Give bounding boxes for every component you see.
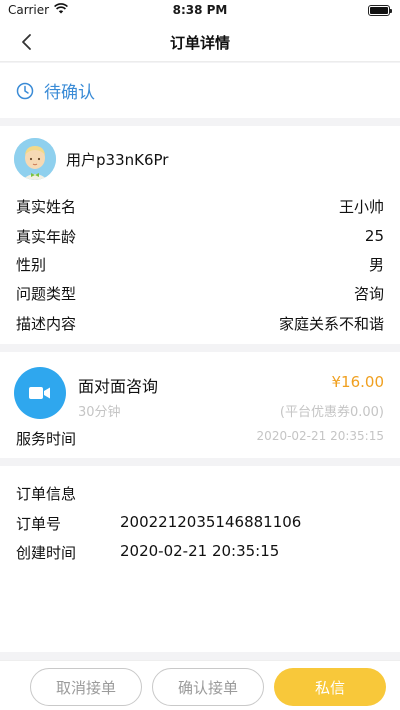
order-row-number: 订单号 2002212035146881106 xyxy=(16,513,301,534)
service-name: 面对面咨询 xyxy=(78,377,159,396)
info-value: 家庭关系不和谐 xyxy=(278,314,384,333)
order-info-title: 订单信息 xyxy=(16,485,77,503)
clock-icon xyxy=(16,82,34,99)
info-row-description: 描述内容 家庭关系不和谐 xyxy=(16,311,384,335)
video-camera-icon xyxy=(29,387,50,399)
info-value: 咨询 xyxy=(353,284,384,303)
nav-bar: 订单详情 xyxy=(0,22,400,62)
service-duration: 30分钟 xyxy=(78,405,121,420)
order-info-card: 订单信息 订单号 2002212035146881106 创建时间 2020-0… xyxy=(0,466,400,652)
order-state-label: 待确认 xyxy=(44,83,95,103)
private-message-button[interactable]: 私信 xyxy=(274,668,386,706)
service-coupon: (平台优惠券0.00) xyxy=(279,405,384,420)
status-bar: Carrier 8:38 PM xyxy=(0,0,400,22)
service-time-label: 服务时间 xyxy=(16,430,77,448)
bottom-action-bar: 取消接单 确认接单 私信 xyxy=(0,660,400,710)
confirm-order-button[interactable]: 确认接单 xyxy=(152,668,264,706)
service-card: 面对面咨询 ¥16.00 30分钟 (平台优惠券0.00) 服务时间 2020-… xyxy=(0,352,400,458)
service-price: ¥16.00 xyxy=(331,373,385,391)
order-value: 2020-02-21 20:35:15 xyxy=(120,542,280,560)
info-value: 男 xyxy=(368,255,384,274)
info-row-question-type: 问题类型 咨询 xyxy=(16,281,384,305)
username: 用户p33nK6Pr xyxy=(66,150,169,169)
status-time: 8:38 PM xyxy=(172,3,228,17)
user-header: 用户p33nK6Pr xyxy=(14,138,168,180)
avatar[interactable] xyxy=(14,138,56,180)
info-row-gender: 性别 男 xyxy=(16,252,384,276)
order-detail-screen: Carrier 8:38 PM 订单详情 待确认 用户p33nK6Pr 真实姓名… xyxy=(0,0,400,710)
info-label: 性别 xyxy=(16,255,47,274)
info-label: 问题类型 xyxy=(16,284,77,303)
info-row-real-name: 真实姓名 王小帅 xyxy=(16,194,384,218)
service-time-value: 2020-02-21 20:35:15 xyxy=(256,429,384,443)
user-card: 用户p33nK6Pr 真实姓名 王小帅 真实年龄 25 性别 男 问题类型 咨询… xyxy=(0,126,400,344)
page-title: 订单详情 xyxy=(169,34,230,52)
order-state-section: 待确认 xyxy=(0,63,400,118)
info-label: 真实姓名 xyxy=(16,197,77,216)
info-value: 25 xyxy=(364,227,384,245)
service-icon-badge xyxy=(14,367,66,419)
order-value: 2002212035146881106 xyxy=(120,513,302,531)
battery-icon xyxy=(368,5,392,16)
order-row-created-time: 创建时间 2020-02-21 20:35:15 xyxy=(16,542,279,563)
order-label: 创建时间 xyxy=(16,544,77,562)
info-label: 描述内容 xyxy=(16,314,77,333)
order-label: 订单号 xyxy=(16,515,62,533)
info-row-age: 真实年龄 25 xyxy=(16,224,384,248)
info-value: 王小帅 xyxy=(338,197,384,216)
info-label: 真实年龄 xyxy=(16,227,77,246)
cancel-order-button[interactable]: 取消接单 xyxy=(30,668,142,706)
